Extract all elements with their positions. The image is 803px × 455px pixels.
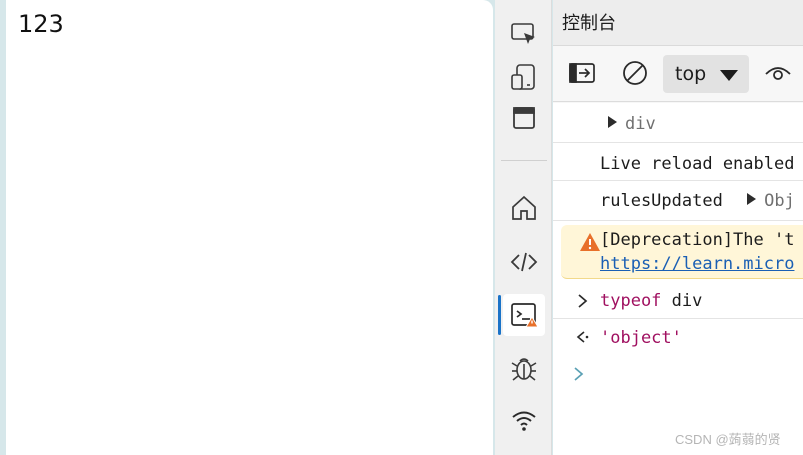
context-selector-value: top	[675, 63, 707, 85]
toggle-sidebar-icon[interactable]	[567, 58, 597, 88]
console-row: rulesUpdated Obj	[553, 181, 803, 221]
result-arrow-icon	[576, 331, 589, 343]
console-row: Live reload enabled	[553, 143, 803, 181]
console-row-text: rulesUpdated	[600, 191, 723, 211]
elements-code-icon[interactable]	[503, 241, 545, 283]
active-tab-indicator	[498, 295, 501, 335]
warning-text: [Deprecation]The 't	[600, 230, 795, 250]
warning-icon	[580, 233, 600, 251]
expand-triangle-icon[interactable]	[608, 116, 617, 128]
result-value: 'object'	[600, 328, 682, 348]
live-expression-eye-icon[interactable]	[763, 58, 793, 88]
object-preview[interactable]: Obj	[747, 191, 795, 211]
devtools-activity-bar	[495, 0, 552, 455]
activity-separator	[501, 160, 547, 161]
console-input-row: typeof div	[553, 283, 803, 319]
dock-icon[interactable]	[503, 97, 545, 139]
page-viewport: 123	[6, 0, 493, 455]
panel-title: 控制台	[553, 0, 803, 46]
console-panel: 控制台 top div Live reload enabled rulesUpd…	[553, 0, 803, 455]
console-row[interactable]: div	[553, 103, 803, 143]
warning-link[interactable]: https://learn.micro	[600, 254, 794, 274]
welcome-home-icon[interactable]	[503, 187, 545, 229]
console-warning-row: [Deprecation]The 't https://learn.micro	[561, 225, 803, 279]
console-row-text: div	[625, 114, 656, 134]
page-content-text: 123	[18, 10, 64, 38]
inspect-icon[interactable]	[503, 13, 545, 55]
console-prompt[interactable]	[553, 355, 803, 395]
clear-console-icon[interactable]	[620, 58, 650, 88]
console-output: div Live reload enabled rulesUpdated Obj…	[553, 103, 803, 455]
keyword-text: typeof	[600, 291, 662, 311]
context-selector[interactable]: top	[663, 55, 749, 93]
console-input-text: div	[661, 291, 703, 311]
device-emulation-icon[interactable]	[503, 56, 545, 98]
console-icon[interactable]	[503, 294, 545, 336]
chevron-right-icon	[578, 294, 588, 308]
console-toolbar: top	[553, 46, 803, 102]
console-result-row: 'object'	[553, 319, 803, 355]
watermark: CSDN @蒟蒻的贤	[675, 432, 781, 447]
console-row-text: Live reload enabled	[600, 154, 795, 174]
sources-bug-icon[interactable]	[503, 347, 545, 389]
expand-triangle-icon[interactable]	[747, 193, 757, 205]
prompt-chevron-icon	[574, 367, 584, 381]
chevron-down-icon	[720, 70, 738, 81]
network-wifi-icon[interactable]	[503, 399, 545, 441]
